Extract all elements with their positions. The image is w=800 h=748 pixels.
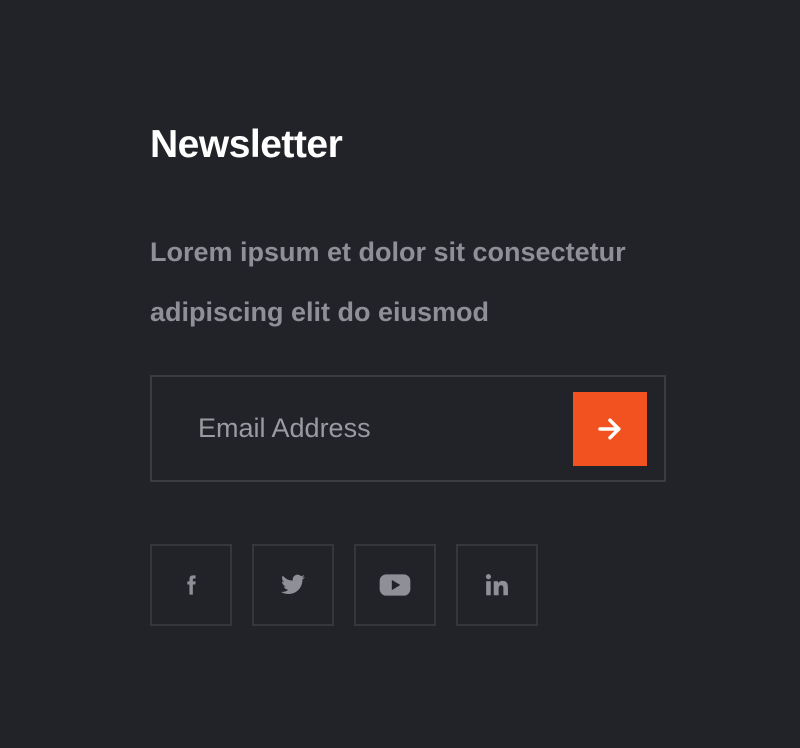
linkedin-icon [485,574,508,596]
email-field[interactable] [152,377,573,480]
subscribe-button[interactable] [573,391,647,466]
facebook-icon [187,575,196,595]
newsletter-description: Lorem ipsum et dolor sit consectetur adi… [150,237,626,327]
social-links [150,544,538,626]
arrow-right-icon [598,418,621,439]
newsletter-form [150,375,666,482]
twitter-icon [281,574,305,594]
facebook-link[interactable] [150,544,232,626]
youtube-link[interactable] [354,544,436,626]
twitter-link[interactable] [252,544,334,626]
linkedin-link[interactable] [456,544,538,626]
newsletter-widget: Newsletter Lorem ipsum et dolor sit cons… [150,122,670,626]
youtube-icon [379,574,411,596]
newsletter-title: Newsletter [150,123,343,166]
